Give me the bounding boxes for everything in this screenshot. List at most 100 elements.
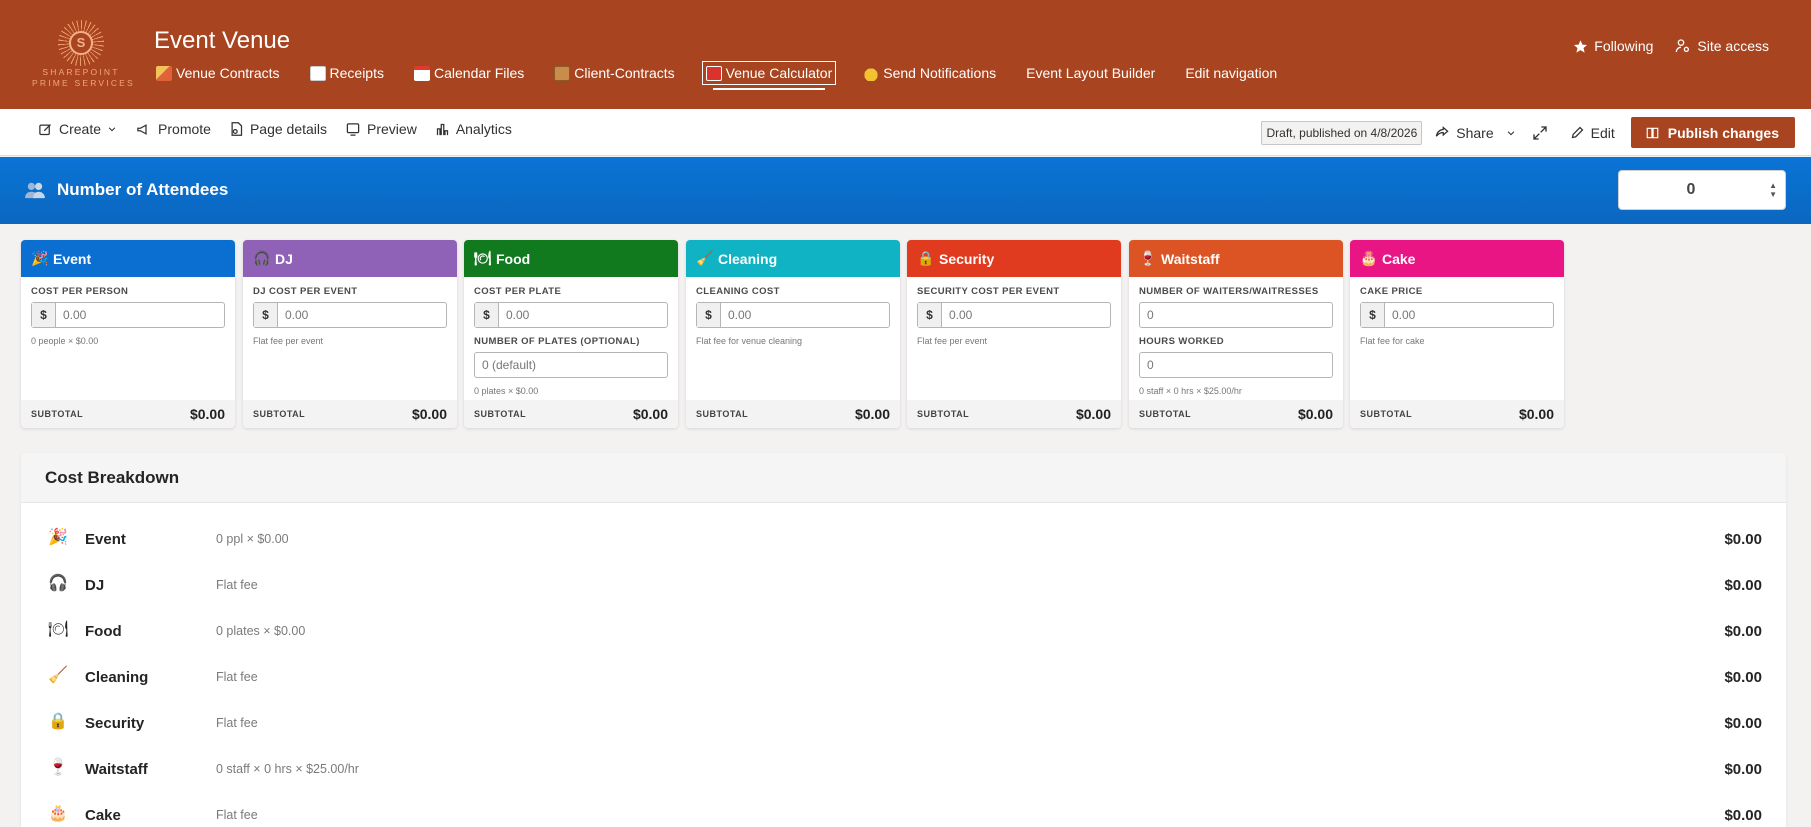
header-actions: Following Site access — [1551, 38, 1769, 54]
nav-item-client-contracts[interactable]: Client-Contracts — [552, 62, 676, 84]
card-note: Flat fee for venue cleaning — [696, 336, 803, 346]
subtotal-value: $0.00 — [854, 406, 890, 422]
attendees-value: 0 — [1686, 181, 1696, 198]
cost-per-plate-input[interactable]: $ 0.00 — [474, 302, 668, 328]
breakdown-detail: 0 ppl × $0.00 — [216, 532, 289, 546]
dj-cost-input[interactable]: $ 0.00 — [253, 302, 447, 328]
following-button[interactable]: Following — [1573, 38, 1653, 54]
expand-icon — [1532, 125, 1547, 140]
nav-item-label: Send Notifications — [883, 65, 997, 81]
analytics-button[interactable]: Analytics — [435, 121, 512, 137]
party-icon — [156, 65, 172, 81]
breakdown-name: Food — [85, 623, 122, 640]
field-label: DJ cost per event — [253, 286, 358, 297]
cleaning-cost-input[interactable]: $ 0.00 — [696, 302, 890, 328]
dollar-prefix: $ — [254, 303, 278, 327]
nav-item-event-layout-builder[interactable]: Event Layout Builder — [1024, 62, 1157, 84]
share-button[interactable]: Share — [1434, 125, 1515, 141]
cake-price-input[interactable]: $ 0.00 — [1360, 302, 1554, 328]
nav-item-label: Venue Contracts — [176, 65, 280, 81]
preview-label: Preview — [367, 121, 417, 137]
input-value: 0 — [1147, 308, 1154, 322]
number-of-plates-input[interactable]: 0 (default) — [474, 352, 668, 378]
site-access-label: Site access — [1697, 38, 1769, 54]
nav-item-receipts[interactable]: Receipts — [308, 62, 386, 84]
breakdown-row-dj: 🎧 DJ Flat fee $0.00 — [21, 563, 1786, 609]
attendees-label: Number of Attendees — [57, 180, 229, 199]
preview-icon — [346, 122, 360, 136]
book-icon — [1646, 127, 1659, 138]
cost-breakdown-panel: Cost Breakdown 🎉 Event 0 ppl × $0.00 $0.… — [21, 453, 1786, 827]
dj-card: 🎧 DJ DJ cost per event $ 0.00 Flat fee p… — [243, 240, 457, 428]
subtotal-value: $0.00 — [632, 406, 668, 422]
command-bar-right: Draft, published on 4/8/2026 Share Edit … — [1261, 117, 1795, 148]
plate-icon: 🍽 — [474, 250, 492, 266]
nav-item-send-notifications[interactable]: Send Notifications — [861, 62, 998, 84]
number-of-waiters-input[interactable]: 0 — [1139, 302, 1333, 328]
field-label: Cake price — [1360, 286, 1423, 297]
breakdown-detail: 0 plates × $0.00 — [216, 624, 306, 638]
card-note: Flat fee per event — [917, 336, 988, 346]
breakdown-row-waitstaff: 🍷 Waitstaff 0 staff × 0 hrs × $25.00/hr … — [21, 747, 1786, 793]
create-label: Create — [59, 121, 102, 137]
breakdown-amount: $0.00 — [1724, 715, 1762, 732]
lock-icon: 🔒 — [48, 713, 68, 730]
site-logo[interactable]: S SHAREPOINT PRIME SERVICES — [32, 20, 133, 90]
card-subtotal: SUBTOTAL $0.00 — [243, 400, 457, 428]
card-note: 0 people × $0.00 — [31, 336, 99, 346]
edit-button[interactable]: Edit — [1570, 125, 1615, 141]
cost-per-person-input[interactable]: $ 0.00 — [31, 302, 225, 328]
calendar-icon — [413, 65, 430, 81]
field-label: Hours worked — [1139, 336, 1225, 347]
card-subtotal: SUBTOTAL $0.00 — [1129, 400, 1343, 428]
broom-icon: 🧹 — [48, 667, 68, 684]
logo-letter: S — [69, 31, 93, 55]
analytics-label: Analytics — [455, 121, 512, 137]
create-button[interactable]: Create — [38, 121, 117, 137]
dollar-prefix: $ — [918, 303, 942, 327]
site-header: S SHAREPOINT PRIME SERVICES Event Venue … — [0, 0, 1811, 109]
breakdown-name: Security — [85, 715, 145, 732]
nav-item-label: Event Layout Builder — [1026, 65, 1156, 81]
attendees-bar: Number of Attendees 0 ▲ ▼ — [0, 157, 1811, 224]
nav-item-calendar-files[interactable]: Calendar Files — [412, 62, 526, 84]
breakdown-row-cleaning: 🧹 Cleaning Flat fee $0.00 — [21, 655, 1786, 701]
bar-chart-icon — [436, 123, 448, 135]
nav-item-label: Receipts — [329, 65, 384, 81]
page-details-button[interactable]: Page details — [229, 121, 327, 137]
site-access-button[interactable]: Site access — [1675, 38, 1769, 54]
field-label: Number of waiters/waitresses — [1139, 286, 1319, 297]
nav-item-edit-navigation[interactable]: Edit navigation — [1183, 62, 1279, 84]
field-label: Number of plates (optional) — [474, 336, 640, 347]
input-value: 0 — [1147, 358, 1154, 372]
subtotal-value: $0.00 — [1518, 406, 1554, 422]
breakdown-detail: 0 staff × 0 hrs × $25.00/hr — [216, 762, 359, 776]
subtotal-value: $0.00 — [1075, 406, 1111, 422]
nav-item-label: Edit navigation — [1185, 65, 1278, 81]
nav-item-venue-contracts[interactable]: Venue Contracts — [154, 62, 282, 84]
breakdown-detail: Flat fee — [216, 670, 258, 684]
site-title[interactable]: Event Venue — [154, 27, 290, 55]
breakdown-detail: Flat fee — [216, 716, 258, 730]
expand-button[interactable] — [1532, 125, 1554, 141]
hours-worked-input[interactable]: 0 — [1139, 352, 1333, 378]
card-header: 🎧 DJ — [243, 240, 457, 277]
promote-button[interactable]: Promote — [135, 121, 211, 137]
card-title: Food — [496, 250, 531, 267]
cake-card: 🎂 Cake Cake price $ 0.00 Flat fee for ca… — [1350, 240, 1564, 428]
preview-button[interactable]: Preview — [345, 121, 417, 137]
logo-text-line1: SHAREPOINT — [42, 67, 120, 77]
breakdown-row-food: 🍽 Food 0 plates × $0.00 $0.00 — [21, 609, 1786, 655]
security-cost-input[interactable]: $ 0.00 — [917, 302, 1111, 328]
publish-label: Publish changes — [1667, 124, 1779, 141]
input-value: 0.00 — [285, 308, 309, 322]
dollar-prefix: $ — [475, 303, 499, 327]
party-popper-icon: 🎉 — [48, 529, 68, 546]
publish-changes-button[interactable]: Publish changes — [1630, 117, 1795, 148]
nav-item-venue-calculator[interactable]: Venue Calculator — [701, 61, 837, 90]
attendees-input[interactable]: 0 ▲ ▼ — [1618, 170, 1786, 210]
subtotal-value: $0.00 — [411, 406, 447, 422]
wine-glass-icon: 🍷 — [1139, 250, 1157, 266]
number-spinner-icon[interactable]: ▲ ▼ — [1769, 181, 1777, 199]
chevron-down-icon — [1507, 130, 1514, 135]
